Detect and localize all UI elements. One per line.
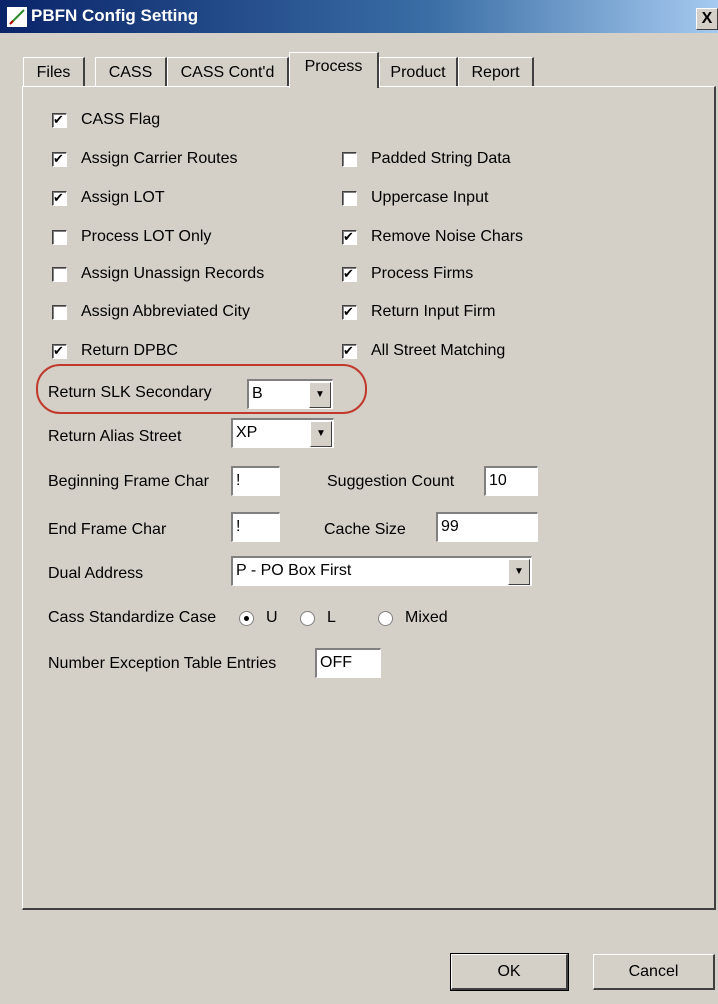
- process-tab-panel: [22, 86, 716, 910]
- app-pencil-icon: [7, 7, 27, 27]
- window-title: PBFN Config Setting: [31, 6, 199, 25]
- tab-process[interactable]: Process: [289, 52, 379, 88]
- tab-cass-contd[interactable]: CASS Cont'd: [167, 57, 289, 86]
- close-button[interactable]: X: [696, 8, 718, 30]
- tab-cass[interactable]: CASS: [95, 57, 167, 86]
- cancel-button[interactable]: Cancel: [593, 954, 715, 990]
- tab-report[interactable]: Report: [458, 57, 534, 86]
- ok-button[interactable]: OK: [450, 953, 569, 991]
- annotation-highlight-ring: [36, 364, 367, 414]
- title-bar: PBFN Config Setting X: [0, 0, 718, 33]
- tab-files[interactable]: Files: [23, 57, 85, 86]
- tab-product[interactable]: Product: [379, 57, 458, 86]
